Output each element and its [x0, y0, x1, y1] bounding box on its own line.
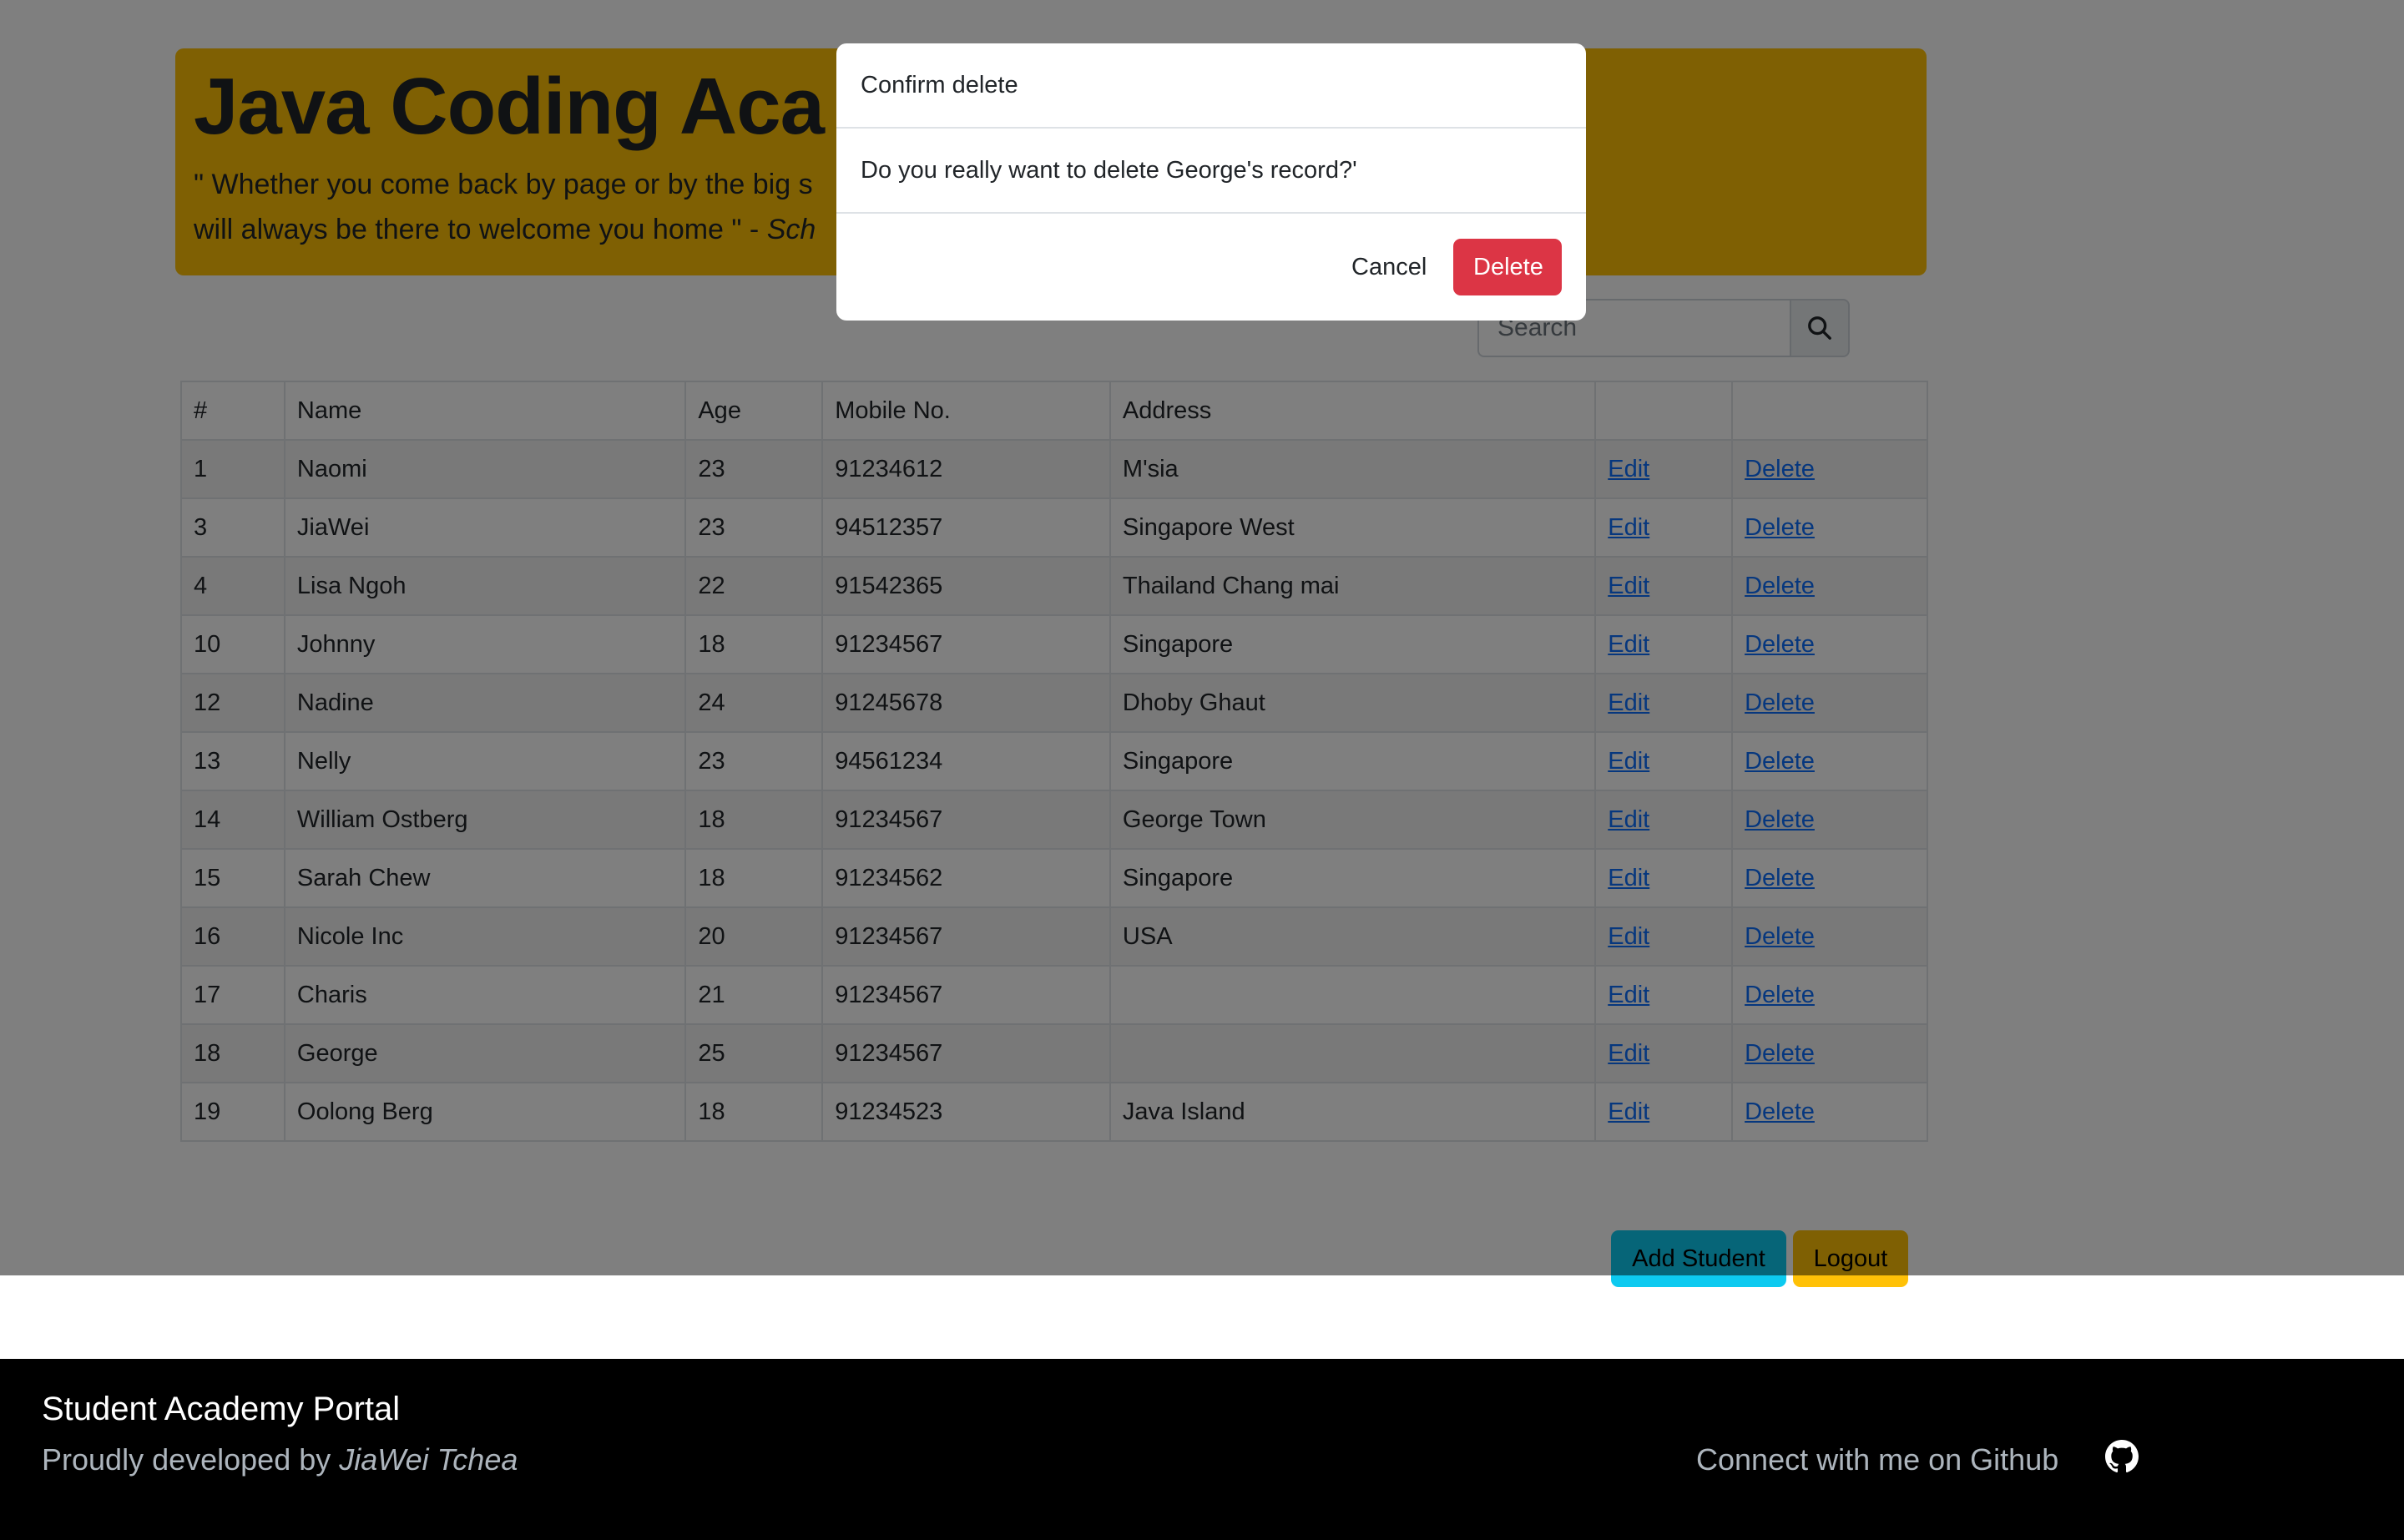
footer-title: Student Academy Portal	[42, 1391, 401, 1427]
footer-connect-text: Connect with me on Github	[1696, 1442, 2059, 1477]
footer-credit-prefix: Proudly developed by	[42, 1442, 340, 1477]
modal-body: Do you really want to delete George's re…	[836, 129, 1586, 214]
footer-credit: Proudly developed by JiaWei Tchea	[42, 1442, 518, 1477]
confirm-delete-button[interactable]: Delete	[1453, 239, 1562, 295]
confirm-delete-dialog: Confirm delete Do you really want to del…	[836, 43, 1586, 321]
page: Java Coding Aca " Whether you come back …	[0, 0, 2404, 1540]
modal-message: Do you really want to delete George's re…	[861, 156, 1357, 184]
modal-footer: Cancel Delete	[836, 214, 1586, 321]
github-icon[interactable]	[2105, 1440, 2139, 1473]
modal-header: Confirm delete	[836, 43, 1586, 129]
cancel-button[interactable]: Cancel	[1331, 239, 1440, 295]
modal-title: Confirm delete	[861, 71, 1018, 98]
footer: Student Academy Portal Proudly developed…	[0, 1359, 2404, 1540]
footer-developer: JiaWei Tchea	[339, 1442, 518, 1477]
